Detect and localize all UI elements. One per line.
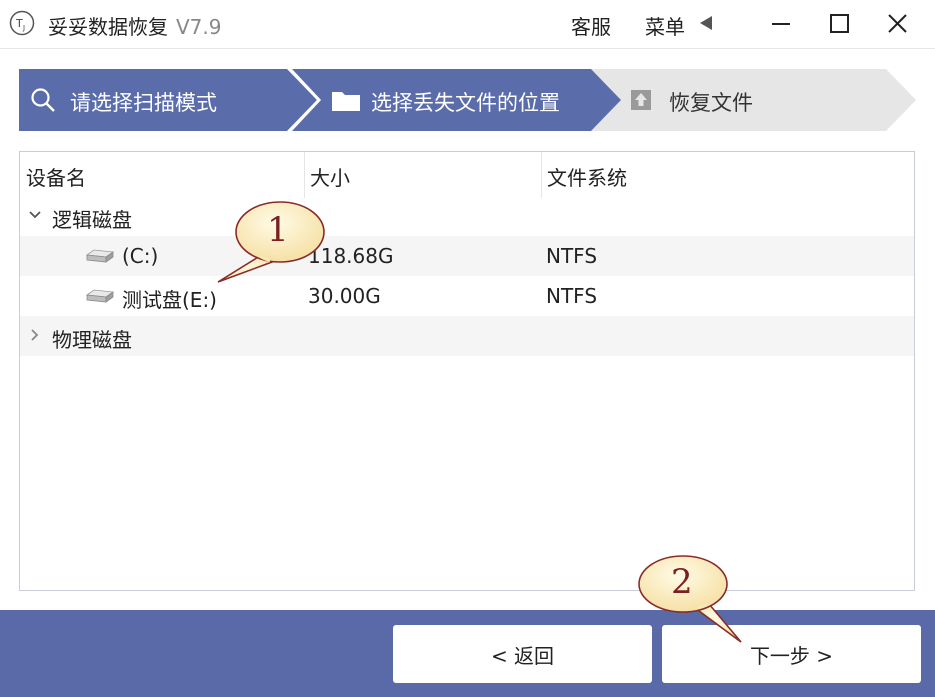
step-wizard: 请选择扫描模式 选择丢失文件的位置 恢复文件 — [19, 69, 916, 131]
header-device-name[interactable]: 设备名 — [26, 162, 86, 191]
drive-icon — [85, 289, 114, 303]
app-name: 妥妥数据恢复 — [48, 15, 168, 39]
device-size: 118.68G — [308, 244, 394, 268]
maximize-icon[interactable] — [822, 8, 856, 40]
app-logo-icon: T J — [9, 10, 35, 36]
group-label-logical: 逻辑磁盘 — [52, 208, 132, 232]
device-name: (C:) — [122, 244, 159, 268]
table-row[interactable]: (C:) 118.68G NTFS — [20, 236, 914, 276]
device-filesystem: NTFS — [546, 284, 598, 308]
device-filesystem: NTFS — [546, 244, 598, 268]
table-row[interactable]: 测试盘(E:) 30.00G NTFS — [20, 276, 914, 316]
minimize-icon[interactable] — [763, 8, 797, 40]
title-divider — [0, 48, 935, 49]
svg-text:J: J — [22, 24, 25, 32]
device-name: 测试盘(E:) — [122, 288, 217, 312]
column-separator[interactable] — [541, 152, 542, 198]
column-separator[interactable] — [304, 152, 305, 198]
group-row-logical[interactable]: 逻辑磁盘 — [20, 196, 914, 236]
app-title: 妥妥数据恢复 V7.9 — [48, 11, 222, 40]
header-filesystem[interactable]: 文件系统 — [547, 162, 627, 191]
step-2-label: 选择丢失文件的位置 — [371, 91, 560, 115]
device-table: 设备名 大小 文件系统 逻辑磁盘 (C:) 118.68G NTFS 测试盘(E… — [19, 151, 915, 591]
menu-button[interactable]: 菜单 — [645, 11, 685, 40]
table-header: 设备名 大小 文件系统 — [20, 152, 914, 198]
device-size: 30.00G — [308, 284, 381, 308]
app-version: V7.9 — [176, 15, 222, 39]
close-icon[interactable] — [880, 8, 914, 40]
header-size[interactable]: 大小 — [310, 162, 350, 191]
back-button[interactable]: < 返回 — [393, 625, 652, 683]
upload-icon — [631, 90, 651, 110]
app-logo-letters: T — [15, 17, 23, 30]
customer-service-link[interactable]: 客服 — [571, 11, 611, 40]
step-1-label: 请选择扫描模式 — [70, 91, 217, 115]
group-row-physical[interactable]: 物理磁盘 — [20, 316, 914, 356]
menu-caret-icon[interactable] — [700, 16, 712, 30]
search-icon — [31, 88, 55, 112]
folder-icon — [332, 92, 360, 111]
chevron-down-icon[interactable] — [28, 208, 42, 222]
drive-icon — [85, 249, 114, 263]
group-label-physical: 物理磁盘 — [52, 328, 132, 352]
bottom-action-bar: < 返回 下一步 > — [0, 610, 935, 697]
step-3-label: 恢复文件 — [669, 91, 753, 115]
title-bar: T J 妥妥数据恢复 V7.9 客服 菜单 — [0, 0, 935, 48]
chevron-right-icon[interactable] — [28, 328, 42, 342]
next-button[interactable]: 下一步 > — [662, 625, 921, 683]
